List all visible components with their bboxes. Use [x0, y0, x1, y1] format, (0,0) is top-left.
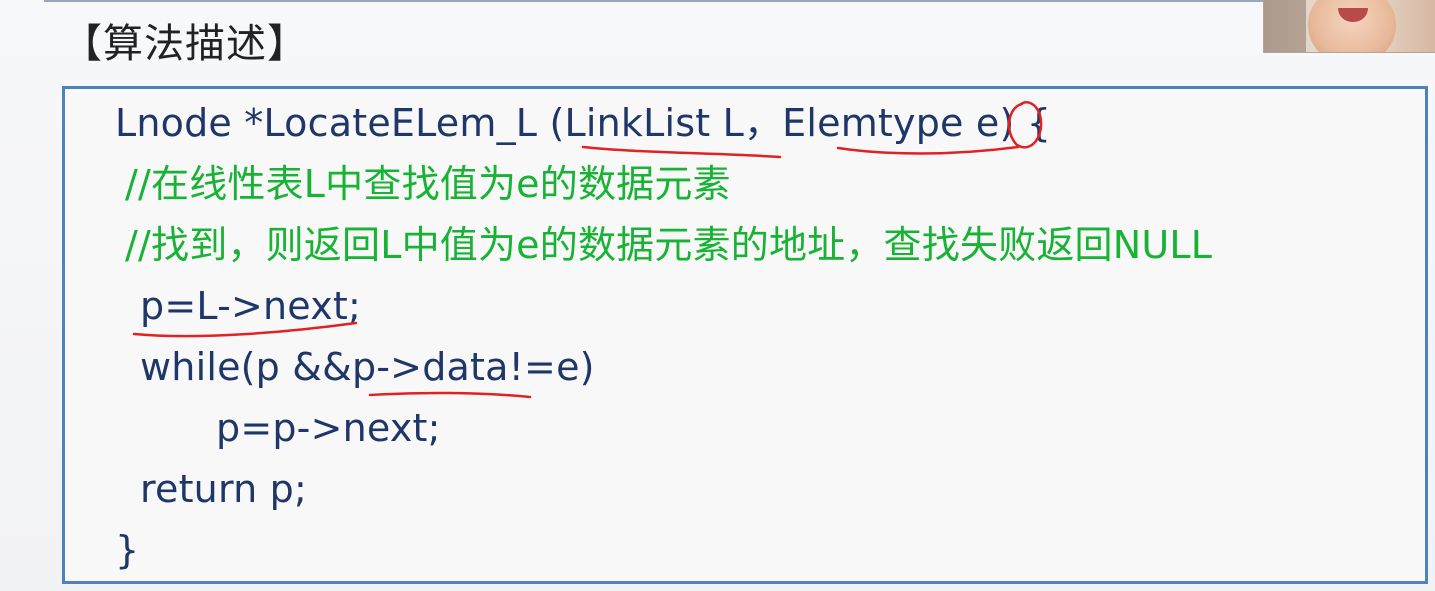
code-line-function-signature: Lnode *LocateELem_L (LinkList L，Elemtype…: [115, 101, 1052, 145]
webcam-preview: [1263, 0, 1435, 53]
code-line-while-condition: while(p &&p->data!=e): [140, 345, 595, 389]
code-line-init-pointer: p=L->next;: [140, 284, 362, 328]
algorithm-code-box: Lnode *LocateELem_L (LinkList L，Elemtype…: [62, 86, 1428, 584]
slide-title: 【算法描述】: [62, 21, 308, 67]
header-rule: [44, 0, 1264, 2]
code-comment-return-description: //找到，则返回L中值为e的数据元素的地址，查找失败返回NULL: [125, 223, 1213, 267]
code-comment-search-description: //在线性表L中查找值为e的数据元素: [125, 162, 731, 206]
code-line-return: return p;: [140, 467, 307, 511]
presenter-hair-area: [1264, 0, 1306, 52]
code-line-closing-brace: }: [115, 528, 140, 572]
presentation-slide: 【算法描述】 Lnode *LocateELem_L (LinkList L，E…: [0, 0, 1435, 591]
code-line-advance-pointer: p=p->next;: [216, 406, 441, 450]
